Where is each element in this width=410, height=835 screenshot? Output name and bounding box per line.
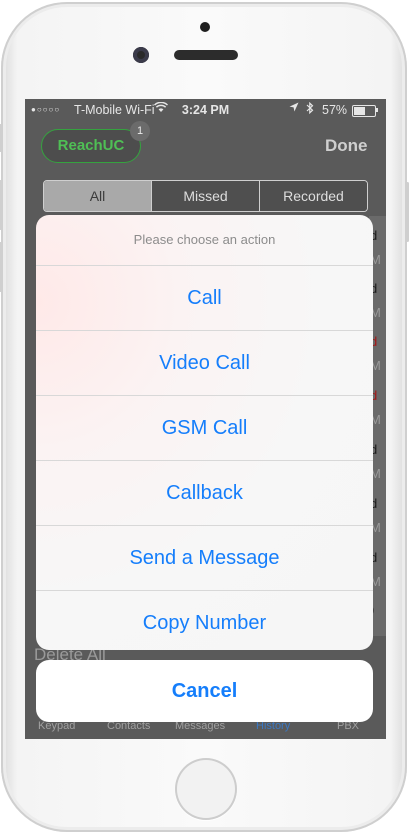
action-sheet-title: Please choose an action — [36, 215, 373, 266]
mute-switch — [0, 124, 2, 152]
earpiece-speaker — [174, 50, 238, 60]
action-sheet: Please choose an action Call Video Call … — [36, 215, 373, 650]
bluetooth-icon — [306, 101, 314, 117]
video-call-action[interactable]: Video Call — [36, 331, 373, 396]
home-button[interactable] — [175, 758, 237, 820]
volume-up-button — [0, 180, 2, 230]
notification-badge: 1 — [130, 121, 150, 141]
segment-recorded[interactable]: Recorded — [260, 181, 367, 211]
front-camera-icon — [133, 47, 149, 63]
segment-missed[interactable]: Missed — [152, 181, 260, 211]
battery-tip — [376, 108, 378, 112]
phone-screen: ●○○○○ T-Mobile Wi-Fi 3:24 PM 57% ReachUC… — [25, 99, 386, 739]
callback-action[interactable]: Callback — [36, 461, 373, 526]
gsm-call-action[interactable]: GSM Call — [36, 396, 373, 461]
history-filter-segmented-control: All Missed Recorded — [43, 180, 368, 212]
location-arrow-icon — [289, 102, 299, 116]
status-bar: ●○○○○ T-Mobile Wi-Fi 3:24 PM 57% — [25, 99, 386, 121]
battery-fill — [354, 107, 365, 115]
segment-all[interactable]: All — [44, 181, 152, 211]
send-message-action[interactable]: Send a Message — [36, 526, 373, 591]
reachuc-button[interactable]: ReachUC — [41, 129, 141, 163]
power-button — [406, 182, 409, 242]
proximity-sensor — [200, 22, 210, 32]
volume-down-button — [0, 242, 2, 292]
battery-percent: 57% — [322, 103, 348, 117]
cancel-button[interactable]: Cancel — [36, 660, 373, 722]
done-button[interactable]: Done — [325, 136, 368, 156]
battery-icon — [352, 105, 376, 117]
call-action[interactable]: Call — [36, 266, 373, 331]
copy-number-action[interactable]: Copy Number — [36, 591, 373, 650]
